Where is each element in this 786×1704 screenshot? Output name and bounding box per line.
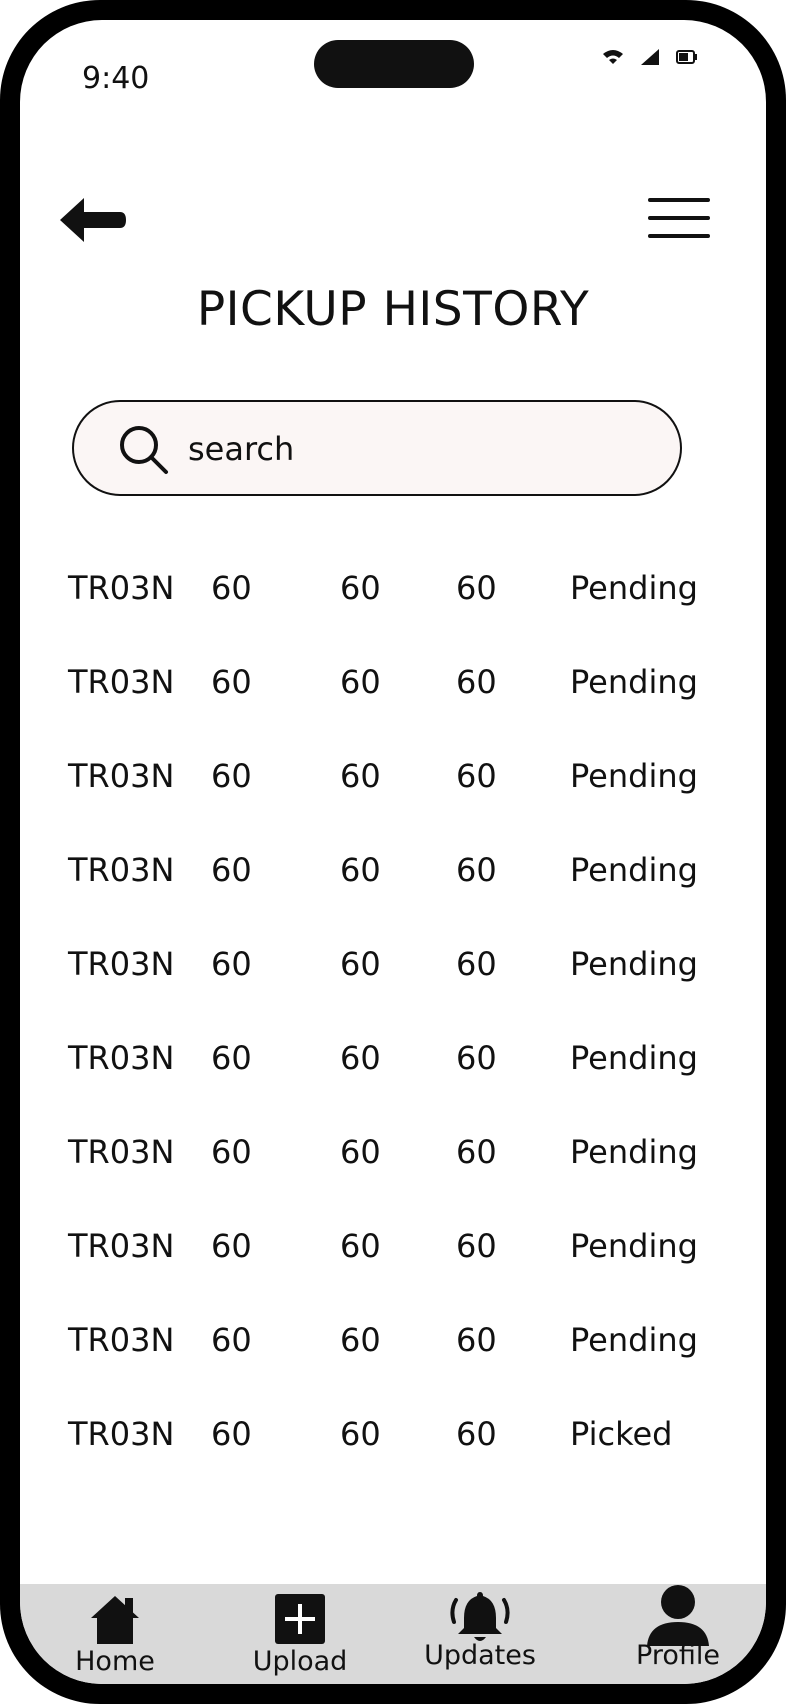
pickup-id: TR03N [68, 945, 175, 983]
pickup-id: TR03N [68, 1039, 175, 1077]
pickup-status: Pending [570, 1133, 698, 1171]
pickup-status: Pending [570, 663, 698, 701]
pickup-value-1: 60 [211, 1415, 252, 1453]
pickup-value-1: 60 [211, 1321, 252, 1359]
pickup-value-3: 60 [456, 1415, 497, 1453]
home-icon [91, 1596, 139, 1644]
pickup-value-3: 60 [456, 1321, 497, 1359]
pickup-value-2: 60 [340, 945, 381, 983]
pickup-value-1: 60 [211, 1227, 252, 1265]
pickup-value-3: 60 [456, 569, 497, 607]
tab-upload[interactable]: Upload [242, 1584, 358, 1684]
pickup-value-3: 60 [456, 1133, 497, 1171]
pickup-list: TR03N 60 60 60 Pending TR03N 60 60 60 Pe… [20, 568, 766, 1508]
pickup-value-1: 60 [211, 569, 252, 607]
screen: 9:40 PICKUP HISTORY search TR03N 60 60 6… [20, 20, 766, 1684]
list-item[interactable]: TR03N 60 60 60 Pending [20, 850, 766, 944]
search-bar[interactable] [72, 400, 682, 496]
page-title: PICKUP HISTORY [196, 282, 590, 337]
search-input[interactable] [188, 422, 648, 476]
pickup-id: TR03N [68, 1133, 175, 1171]
pickup-status: Pending [570, 1227, 698, 1265]
list-item[interactable]: TR03N 60 60 60 Pending [20, 944, 766, 1038]
pickup-value-1: 60 [211, 663, 252, 701]
list-item[interactable]: TR03N 60 60 60 Pending [20, 1320, 766, 1414]
device-frame: 9:40 PICKUP HISTORY search TR03N 60 60 6… [0, 0, 786, 1704]
bell-icon [450, 1592, 510, 1641]
pickup-id: TR03N [68, 1415, 175, 1453]
tab-updates[interactable]: Updates [420, 1584, 540, 1684]
dynamic-island [314, 40, 474, 88]
pickup-value-2: 60 [340, 1321, 381, 1359]
pickup-status: Pending [570, 569, 698, 607]
tab-profile-label: Profile [636, 1640, 720, 1671]
list-item[interactable]: TR03N 60 60 60 Pending [20, 1038, 766, 1132]
pickup-id: TR03N [68, 569, 175, 607]
pickup-value-3: 60 [456, 757, 497, 795]
pickup-value-1: 60 [211, 1039, 252, 1077]
status-icons [602, 48, 698, 66]
tab-home[interactable]: Home [70, 1584, 160, 1684]
user-icon [647, 1585, 709, 1646]
tab-home-label: Home [75, 1646, 155, 1677]
pickup-value-2: 60 [340, 1133, 381, 1171]
pickup-value-2: 60 [340, 663, 381, 701]
tab-upload-label: Upload [252, 1646, 348, 1677]
list-item[interactable]: TR03N 60 60 60 Pending [20, 1132, 766, 1226]
pickup-status: Pending [570, 1039, 698, 1077]
list-item[interactable]: TR03N 60 60 60 Pending [20, 662, 766, 756]
pickup-id: TR03N [68, 1227, 175, 1265]
pickup-value-2: 60 [340, 1415, 381, 1453]
pickup-value-1: 60 [211, 757, 252, 795]
bottom-tab-bar: Home Upload Updates Profile [20, 1584, 766, 1684]
pickup-id: TR03N [68, 851, 175, 889]
pickup-value-3: 60 [456, 851, 497, 889]
list-item[interactable]: TR03N 60 60 60 Pending [20, 568, 766, 662]
pickup-value-2: 60 [340, 851, 381, 889]
plus-square-icon [275, 1594, 325, 1644]
pickup-status: Pending [570, 757, 698, 795]
pickup-status: Pending [570, 945, 698, 983]
battery-icon [676, 50, 697, 64]
wifi-icon [603, 50, 623, 64]
pickup-value-3: 60 [456, 663, 497, 701]
pickup-value-2: 60 [340, 1039, 381, 1077]
arrow-left-icon[interactable] [56, 192, 128, 248]
pickup-status: Pending [570, 1321, 698, 1359]
tab-updates-label: Updates [424, 1640, 536, 1671]
pickup-value-2: 60 [340, 1227, 381, 1265]
status-time: 9:40 [82, 61, 150, 96]
hamburger-menu-icon[interactable] [646, 194, 712, 244]
pickup-id: TR03N [68, 1321, 175, 1359]
search-icon [120, 426, 168, 474]
pickup-value-3: 60 [456, 1039, 497, 1077]
pickup-id: TR03N [68, 757, 175, 795]
pickup-value-1: 60 [211, 1133, 252, 1171]
list-item[interactable]: TR03N 60 60 60 Pending [20, 756, 766, 850]
pickup-value-2: 60 [340, 569, 381, 607]
pickup-value-3: 60 [456, 945, 497, 983]
pickup-value-1: 60 [211, 851, 252, 889]
pickup-value-2: 60 [340, 757, 381, 795]
pickup-status: Picked [570, 1415, 673, 1453]
signal-icon [641, 49, 659, 65]
list-item[interactable]: TR03N 60 60 60 Pending [20, 1226, 766, 1320]
tab-profile[interactable]: Profile [630, 1584, 726, 1684]
pickup-value-1: 60 [211, 945, 252, 983]
list-item[interactable]: TR03N 60 60 60 Picked [20, 1414, 766, 1508]
pickup-id: TR03N [68, 663, 175, 701]
pickup-value-3: 60 [456, 1227, 497, 1265]
pickup-status: Pending [570, 851, 698, 889]
